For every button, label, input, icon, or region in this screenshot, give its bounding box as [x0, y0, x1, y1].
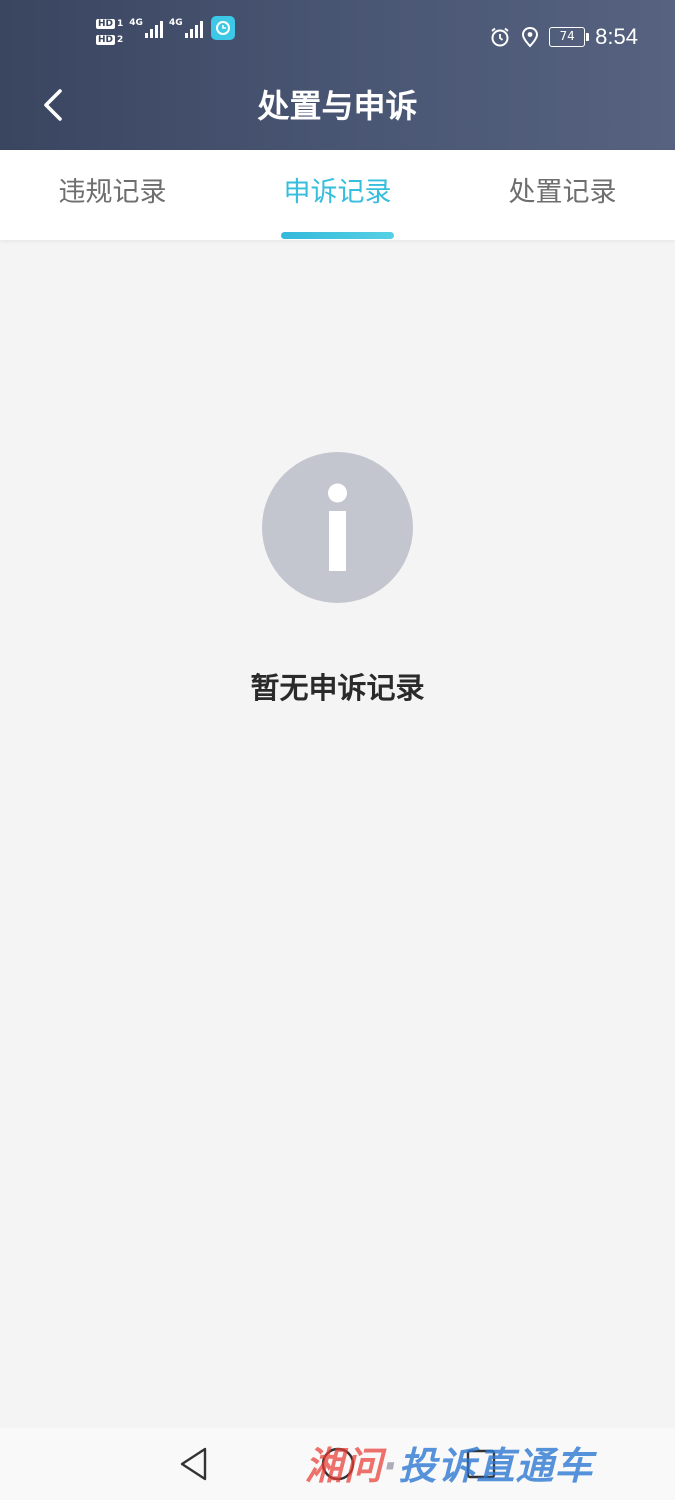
- tab-disposal-records[interactable]: 处置记录: [450, 150, 675, 240]
- status-left: HD 1 HD 2 4G 4G: [96, 16, 235, 46]
- hd-indicator-2: HD 2: [96, 35, 124, 45]
- status-bar: HD 1 HD 2 4G 4G 74 8:54: [0, 0, 675, 75]
- empty-state-message: 暂无申诉记录: [250, 671, 425, 705]
- info-icon: [262, 452, 413, 603]
- signal-icon-2: 4G: [169, 18, 203, 38]
- tab-appeal-records[interactable]: 申诉记录: [225, 150, 450, 240]
- signal-icon-1: 4G: [129, 18, 163, 38]
- watermark-logo: 湘问·投诉直通车: [305, 1444, 594, 1488]
- hd-indicator-1: HD 1: [96, 19, 124, 29]
- active-tab-indicator: [281, 232, 394, 239]
- alarm-icon: [491, 27, 509, 47]
- battery-icon: 74: [549, 27, 590, 47]
- tab-violation-records[interactable]: 违规记录: [0, 150, 225, 240]
- location-icon: [522, 26, 539, 48]
- page-title: 处置与申诉: [257, 87, 418, 125]
- app-header: HD 1 HD 2 4G 4G 74 8:54 处置与申诉: [0, 0, 675, 150]
- status-right: 74 8:54: [489, 24, 638, 50]
- nav-back-icon[interactable]: [178, 1446, 210, 1482]
- tab-bar: 违规记录 申诉记录 处置记录: [0, 150, 675, 240]
- status-time: 8:54: [595, 24, 638, 49]
- notification-app-icon: [210, 16, 235, 40]
